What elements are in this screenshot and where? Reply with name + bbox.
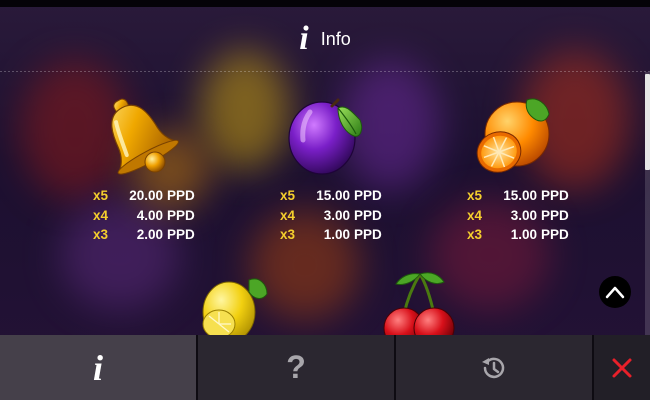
scroll-up-button[interactable] [599,276,631,308]
pay-currency: PPD [167,188,195,203]
paytable-item-orange [452,90,572,180]
bottom-nav: i ? [0,335,650,400]
pay-row: x4 3.00 PPD [280,206,382,226]
pay-currency: PPD [354,207,382,223]
question-icon: ? [286,349,306,385]
pay-value: 4.00 [136,207,163,223]
pay-currency: PPD [541,207,569,223]
pay-multiplier: x3 [280,227,296,242]
info-icon: i [299,20,309,57]
pay-row: x5 15.00 PPD [280,186,382,206]
pay-multiplier: x5 [467,188,483,203]
pay-multiplier: x4 [280,207,296,223]
pay-row: x5 15.00 PPD [467,186,569,206]
pay-multiplier: x4 [467,207,483,223]
paytable-item-plum [265,90,385,180]
page-title: Info [320,28,351,49]
history-icon [482,357,505,378]
paytable-content: x5 20.00 PPD x4 4.00 PPD x3 2.00 PPD x5 … [0,72,645,335]
pay-row: x5 20.00 PPD [93,186,195,206]
scrollbar-thumb[interactable] [645,74,650,170]
paytable-pays-plum: x5 15.00 PPD x4 3.00 PPD x3 1.00 PPD [280,186,382,245]
pay-currency: PPD [354,188,382,203]
pay-currency: PPD [354,227,382,242]
pay-currency: PPD [167,207,195,223]
close-icon [612,358,632,377]
pay-value: 15.00 [503,188,537,203]
paytable-item-cherry [359,266,479,335]
paytable-item-bell [77,90,197,182]
paytable-pays-orange: x5 15.00 PPD x4 3.00 PPD x3 1.00 PPD [467,186,569,245]
bell-icon [111,98,179,175]
pay-row: x4 4.00 PPD [93,206,195,226]
tab-info[interactable]: i [0,335,198,400]
lemon-icon [202,278,268,335]
pay-multiplier: x4 [93,207,109,223]
plum-icon [288,98,363,175]
pay-row: x4 3.00 PPD [467,206,569,226]
pay-value: 15.00 [316,188,350,203]
pay-multiplier: x3 [93,227,109,242]
pay-row: x3 2.00 PPD [93,225,195,245]
close-button[interactable] [594,335,650,400]
pay-value: 3.00 [323,207,350,223]
info-icon: i [92,347,103,388]
tab-help[interactable]: ? [198,335,396,400]
chevron-up-icon [605,286,625,299]
pay-multiplier: x5 [93,188,109,203]
orange-icon [476,98,550,173]
pay-row: x3 1.00 PPD [280,225,382,245]
info-header: i Info [0,7,650,71]
pay-value: 2.00 [136,227,163,242]
pay-currency: PPD [167,227,195,242]
pay-multiplier: x3 [467,227,483,242]
pay-row: x3 1.00 PPD [467,225,569,245]
pay-value: 1.00 [510,227,537,242]
pay-value: 1.00 [323,227,350,242]
pay-currency: PPD [541,188,569,203]
paytable-pays-bell: x5 20.00 PPD x4 4.00 PPD x3 2.00 PPD [93,186,195,245]
pay-value: 20.00 [129,188,163,203]
pay-currency: PPD [541,227,569,242]
pay-value: 3.00 [510,207,537,223]
cherry-icon [383,272,455,335]
pay-multiplier: x5 [280,188,296,203]
tab-history[interactable] [396,335,594,400]
top-edge [0,0,650,7]
paytable-item-lemon [172,266,292,335]
